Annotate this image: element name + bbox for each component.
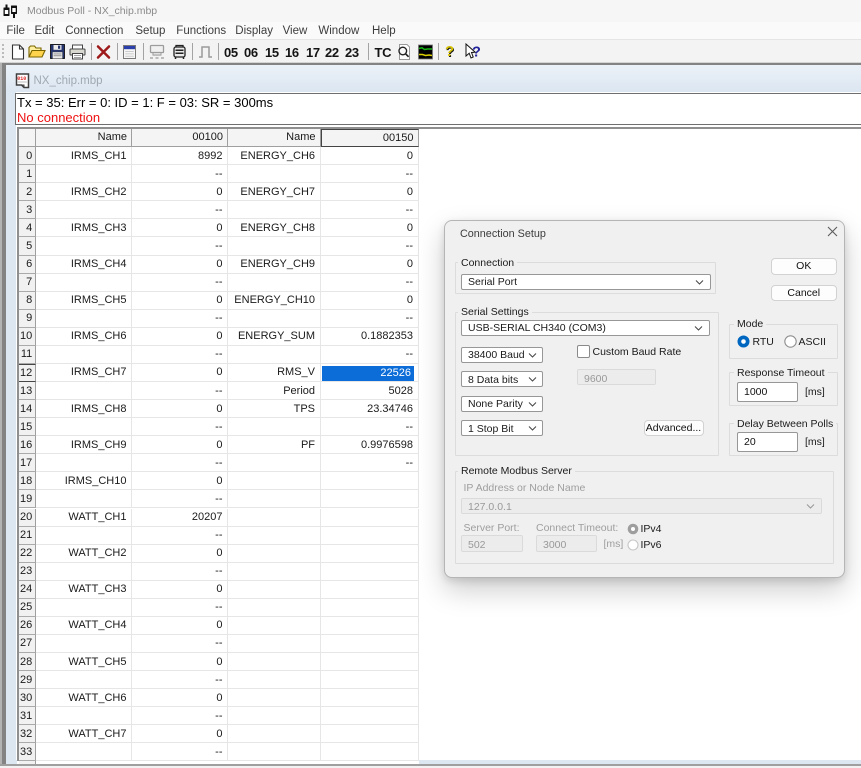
svg-text:?: ? bbox=[472, 45, 480, 61]
svg-text:010: 010 bbox=[17, 76, 26, 82]
